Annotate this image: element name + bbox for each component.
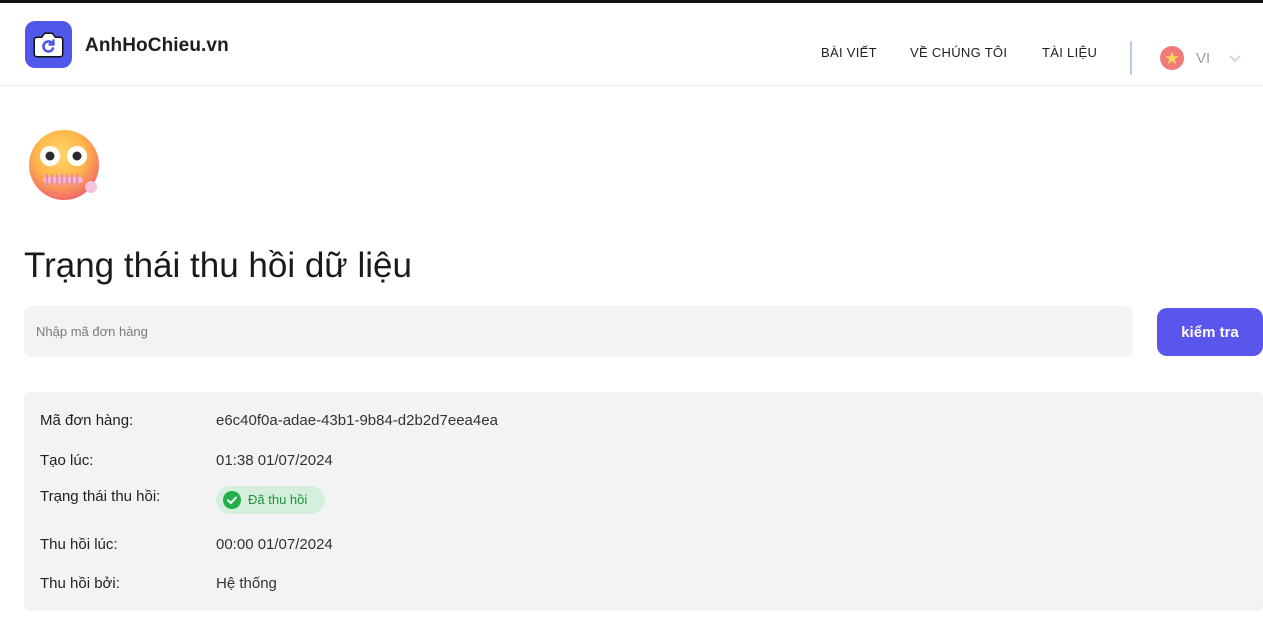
site-logo[interactable] xyxy=(25,21,72,68)
nav-about-us[interactable]: VỀ CHÚNG TÔI xyxy=(910,45,1007,60)
camera-refresh-icon xyxy=(33,32,64,58)
check-button[interactable]: kiểm tra xyxy=(1157,308,1263,356)
order-code-input[interactable] xyxy=(24,306,1133,357)
top-navbar: AnhHoChieu.vn BÀI VIẾT VỀ CHÚNG TÔI TÀI … xyxy=(0,3,1263,86)
nav-divider xyxy=(1130,41,1132,75)
language-selector[interactable]: VI xyxy=(1160,46,1250,71)
vietnam-flag-icon xyxy=(1160,46,1184,70)
brand-name[interactable]: AnhHoChieu.vn xyxy=(85,35,229,57)
zipper-mouth-face-icon xyxy=(29,130,99,200)
status-badge: Đã thu hồi xyxy=(216,486,325,514)
page: AnhHoChieu.vn BÀI VIẾT VỀ CHÚNG TÔI TÀI … xyxy=(0,0,1263,631)
page-title: Trạng thái thu hồi dữ liệu xyxy=(24,246,412,285)
created-row: Tạo lúc: 01:38 01/07/2024 xyxy=(40,452,1240,474)
status-row: Trạng thái thu hồi: Đã thu hồi xyxy=(40,486,1240,514)
revoked-by-value: Hệ thống xyxy=(216,575,277,592)
status-label: Trạng thái thu hồi: xyxy=(40,488,161,505)
nav-documents[interactable]: TÀI LIỆU xyxy=(1042,45,1097,60)
revoked-by-row: Thu hồi bởi: Hệ thống xyxy=(40,575,1240,597)
created-value: 01:38 01/07/2024 xyxy=(216,452,333,469)
result-card: Mã đơn hàng: e6c40f0a-adae-43b1-9b84-d2b… xyxy=(24,392,1263,611)
status-text: Đã thu hồi xyxy=(248,492,308,507)
order-id-value: e6c40f0a-adae-43b1-9b84-d2b2d7eea4ea xyxy=(216,412,498,429)
order-id-row: Mã đơn hàng: e6c40f0a-adae-43b1-9b84-d2b… xyxy=(40,412,1240,434)
language-code: VI xyxy=(1196,50,1211,67)
revoked-at-row: Thu hồi lúc: 00:00 01/07/2024 xyxy=(40,536,1240,558)
nav-articles[interactable]: BÀI VIẾT xyxy=(821,45,877,60)
revoked-by-label: Thu hồi bởi: xyxy=(40,575,120,592)
created-label: Tạo lúc: xyxy=(40,452,94,469)
order-id-label: Mã đơn hàng: xyxy=(40,412,134,429)
chevron-down-icon xyxy=(1229,55,1241,63)
revoked-at-label: Thu hồi lúc: xyxy=(40,536,118,553)
revoked-at-value: 00:00 01/07/2024 xyxy=(216,536,333,553)
check-circle-icon xyxy=(223,491,241,509)
